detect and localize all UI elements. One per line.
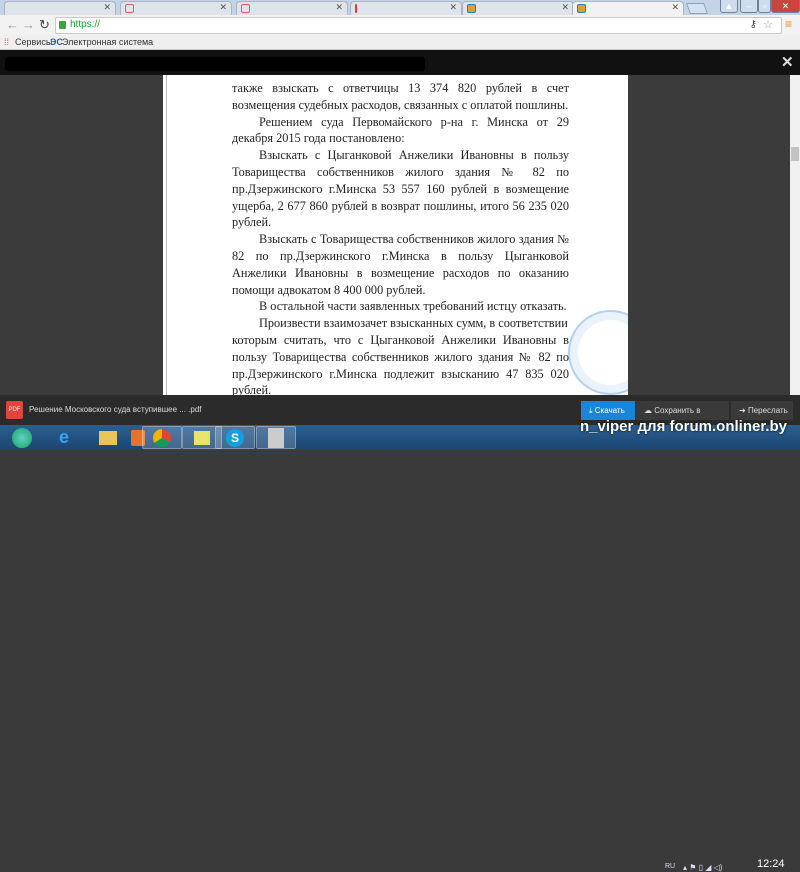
chrome-icon[interactable]: [142, 426, 182, 449]
cloud-icon: ☁: [644, 406, 655, 415]
page-scan-edge: [166, 75, 167, 395]
browser-tab[interactable]: ✕: [462, 1, 574, 15]
document-line: Взыскать с Товарищества собственников жи…: [259, 232, 569, 247]
back-icon[interactable]: ←: [6, 17, 19, 32]
close-window-button[interactable]: ✕: [771, 0, 800, 13]
document-line: ущерба, 2 677 860 рублей в возврат пошли…: [232, 198, 569, 213]
skype-icon[interactable]: S: [215, 426, 255, 449]
close-tab-icon[interactable]: ✕: [561, 2, 569, 13]
document-line: 82 по пр.Дзержинского г.Минска в пользу …: [232, 248, 569, 263]
forward-label: Переслать: [747, 406, 788, 415]
document-text: также взыскать с ответчицы 13 374 820 ру…: [232, 80, 569, 395]
windows-logo-icon: [12, 427, 32, 448]
document-line: Взыскать с Цыганковой Анжелики Ивановны …: [259, 148, 569, 163]
document-line: пользу Товарищества собственников жилого…: [232, 349, 569, 364]
watermark: n_viper для forum.onliner.by: [580, 418, 788, 435]
document-line: возмещения судебных расходов, связанных …: [232, 97, 569, 112]
bookmark-electronic-system[interactable]: Электронная система: [62, 37, 153, 47]
document-line: пр.Дзержинского г.Минска 53 557 160 рубл…: [232, 181, 569, 196]
address-bar[interactable]: https:// ⚷ ☆: [55, 17, 782, 34]
hamburger-icon[interactable]: ≡: [785, 17, 792, 31]
clock[interactable]: 12:24: [757, 858, 785, 870]
court-stamp: [568, 310, 628, 395]
star-icon[interactable]: ☆: [763, 18, 773, 31]
document-line: также взыскать с ответчицы 13 374 820 ру…: [232, 81, 569, 95]
document-line: рублей.: [232, 215, 272, 230]
close-tab-icon[interactable]: ✕: [103, 2, 111, 13]
close-tab-icon[interactable]: ✕: [671, 2, 679, 13]
document-line: Произвести взаимозачет взысканных сумм, …: [259, 316, 569, 331]
tab-favicon-icon: [467, 4, 476, 13]
start-button[interactable]: [2, 426, 42, 449]
browser-tab[interactable]: ✕: [236, 1, 348, 15]
scrollbar-thumb[interactable]: [791, 147, 799, 161]
new-tab-button[interactable]: [685, 3, 709, 14]
browser-tab[interactable]: ✕: [350, 1, 462, 15]
tab-favicon-icon: [241, 4, 250, 13]
document-line: рублей.: [232, 383, 272, 395]
bookmark-services[interactable]: Сервисы: [15, 37, 52, 47]
document-line: Анжелики Ивановны в возмещение расходов …: [232, 265, 569, 280]
key-icon[interactable]: ⚷: [750, 19, 757, 30]
lock-icon: [59, 21, 66, 29]
document-line: пр.Дзержинского г.Минска подлежит взыска…: [232, 366, 569, 381]
pdf-file-icon: PDF: [6, 401, 23, 419]
app-icon[interactable]: [256, 426, 296, 449]
forward-icon[interactable]: →: [22, 17, 35, 32]
url-text[interactable]: https://: [70, 19, 100, 30]
tab-favicon-icon: [355, 4, 357, 13]
document-line: помощи адвокатом 8 400 000 рублей.: [232, 282, 426, 297]
tab-strip: ✕ ✕ ✕ ✕ ✕ ✕ ▲ – ▫ ✕: [0, 0, 800, 15]
close-tab-icon[interactable]: ✕: [449, 2, 457, 13]
bookmarks-bar: ⁞⁞ Сервисы ЭС Электронная система: [0, 35, 800, 50]
restore-button[interactable]: ▫: [758, 0, 771, 13]
browser-toolbar: ← → ↻ https:// ⚷ ☆ ≡: [0, 15, 800, 35]
tray-icons[interactable]: ▴ ⚑ ▯ ◢ ◁): [683, 863, 722, 872]
language-indicator[interactable]: RU: [665, 863, 675, 870]
redacted-title: [5, 57, 425, 71]
browser-tab-active[interactable]: ✕: [572, 1, 684, 15]
user-profile-button[interactable]: ▲: [720, 0, 738, 13]
close-tab-icon[interactable]: ✕: [335, 2, 343, 13]
bookmark-favicon-icon: ЭС: [50, 37, 63, 47]
browser-tab[interactable]: ✕: [120, 1, 232, 15]
download-label: Скачать: [594, 406, 625, 415]
tab-favicon-icon: [577, 4, 586, 13]
file-name: Решение Московского суда вступившее ... …: [29, 405, 202, 414]
document-line: В остальной части заявленных требований …: [259, 299, 567, 314]
minimize-button[interactable]: –: [740, 0, 758, 13]
document-line: декабря 2015 года постановлено:: [232, 131, 405, 146]
scrollbar[interactable]: [790, 75, 800, 395]
tab-favicon-icon: [125, 4, 134, 13]
close-viewer-icon[interactable]: ✕: [781, 53, 794, 71]
apps-icon: ⁞⁞: [4, 37, 10, 47]
document-line: Решением суда Первомайского р-на г. Минс…: [259, 114, 569, 129]
internet-explorer-icon[interactable]: e: [44, 426, 84, 449]
reload-icon[interactable]: ↻: [39, 17, 50, 33]
browser-tab[interactable]: ✕: [4, 1, 116, 15]
close-tab-icon[interactable]: ✕: [219, 2, 227, 13]
arrow-right-icon: ➜: [739, 406, 748, 415]
document-page: также взыскать с ответчицы 13 374 820 ру…: [163, 75, 628, 395]
document-line: Товарищества собственников жилого здания…: [232, 164, 569, 179]
document-line: которым считать, что с Цыганковой Анжели…: [232, 332, 569, 347]
